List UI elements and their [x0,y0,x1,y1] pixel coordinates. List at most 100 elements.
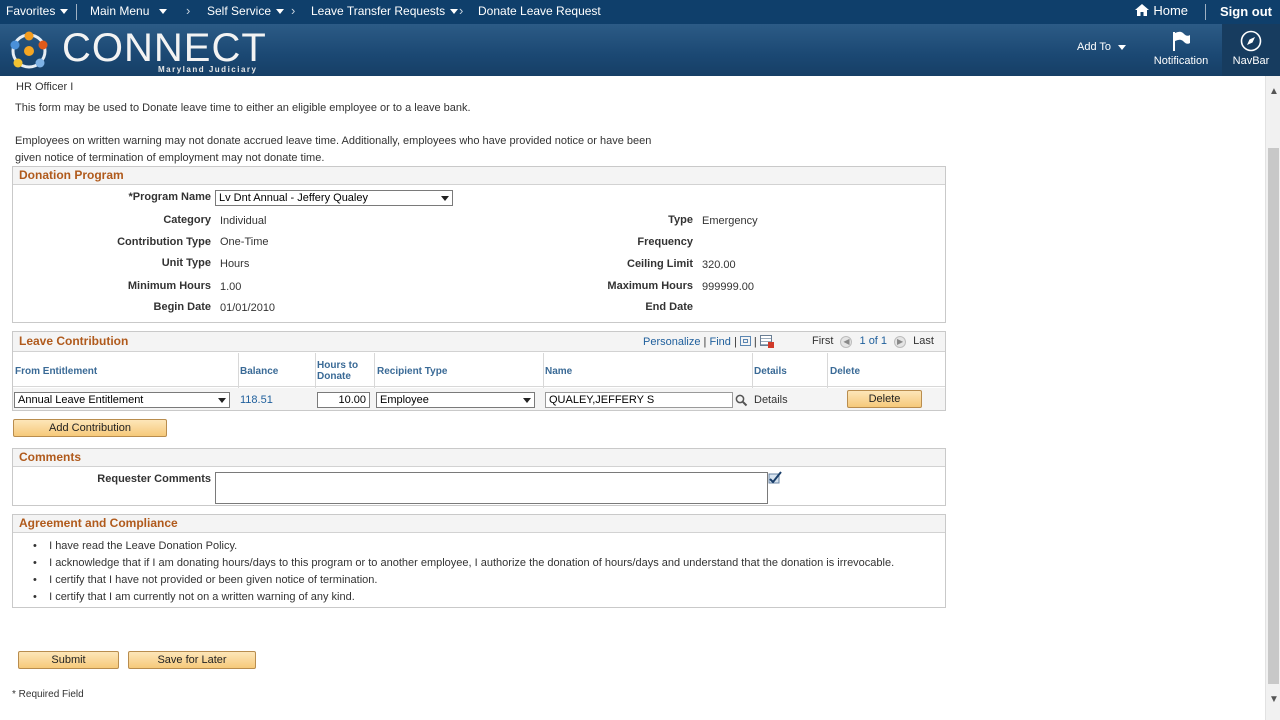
section-title: Donation Program [19,168,124,182]
minimum-hours-value: 1.00 [220,281,242,293]
personalize-link[interactable]: Personalize [643,336,700,348]
scrollbar-thumb[interactable] [1268,148,1279,684]
agreement-item-text: I have read the Leave Donation Policy. [49,540,238,552]
divider [1205,4,1206,20]
section-title: Agreement and Compliance [19,516,178,530]
home-link[interactable]: Home [1134,3,1188,18]
breadcrumb-separator-icon: › [459,3,464,18]
favorites-menu[interactable]: Favorites [6,4,69,18]
divider [76,4,77,20]
program-name-label: *Program Name [128,191,211,203]
type-label: Type [668,214,693,226]
chevron-down-icon [441,196,449,201]
scroll-down-icon[interactable]: ▼ [1269,694,1279,705]
balance-value: 118.51 [240,394,273,406]
spell-check-icon[interactable] [767,470,783,486]
list-item: • I certify that I have not provided or … [33,574,378,586]
col-hours-line1: Hours to [317,360,359,371]
vertical-scrollbar[interactable]: ▲ ▼ [1265,76,1280,720]
end-date-label: End Date [645,301,693,313]
add-to-label: Add To [1077,41,1112,53]
agreement-item-text: I certify that I am currently not on a w… [49,591,355,603]
col-name: Name [545,366,573,377]
table-row: Annual Leave Entitlement 118.51 10.00 Em… [13,388,945,410]
grid-pagination: First ◀ 1 of 1 ▶ Last [812,335,934,348]
agreement-item-text: I certify that I have not provided or be… [49,574,378,586]
recipient-name-value: QUALEY,JEFFERY S [549,394,655,406]
col-delete: Delete [830,366,861,377]
col-from-entitlement: From Entitlement [15,366,98,377]
minimum-hours-label: Minimum Hours [127,280,211,292]
section-title: Comments [19,450,82,464]
recipient-name-input[interactable]: QUALEY,JEFFERY S [545,392,733,408]
search-lookup-icon[interactable] [735,394,748,407]
main-menu[interactable]: Main Menu [90,4,168,18]
home-icon [1135,4,1149,16]
warning-text-line1: Employees on written warning may not don… [15,135,652,147]
favorites-label: Favorites [6,4,56,18]
next-arrow-icon[interactable]: ▶ [894,336,907,348]
breadcrumb-leave-transfer-requests[interactable]: Leave Transfer Requests [311,4,459,18]
category-label: Category [163,214,211,226]
current-page-label: Donate Leave Request [478,4,601,18]
ceiling-limit-value: 320.00 [702,259,736,271]
find-link[interactable]: Find [709,336,730,348]
view-all-icon[interactable] [739,336,751,346]
flag-icon [1173,31,1190,51]
grid-header-row: From Entitlement Balance Hours to Donate… [13,353,945,387]
hours-to-donate-value: 10.00 [338,394,366,406]
frequency-label: Frequency [637,236,693,248]
intro-text: This form may be used to Donate leave ti… [15,102,471,114]
from-entitlement-select[interactable]: Annual Leave Entitlement [14,392,230,408]
recipient-type-select[interactable]: Employee [376,392,535,408]
chevron-down-icon [60,9,69,15]
unit-type-value: Hours [220,258,250,270]
ceiling-limit-label: Ceiling Limit [627,258,693,270]
scroll-up-icon[interactable]: ▲ [1269,86,1279,97]
chevron-down-icon [523,398,531,403]
connect-logo: CONNECT Maryland Judiciary [4,26,266,75]
list-item: • I have read the Leave Donation Policy. [33,540,238,552]
role-title: HR Officer I [16,81,74,93]
program-name-value: Lv Dnt Annual - Jeffery Qualey [219,192,368,204]
maximum-hours-label: Maximum Hours [607,280,693,292]
category-value: Individual [220,215,267,227]
requester-comments-textarea[interactable] [215,472,768,504]
navbar-button[interactable]: NavBar [1222,24,1280,76]
list-item: • I certify that I am currently not on a… [33,591,355,603]
compass-icon [1240,30,1262,52]
delete-row-button[interactable]: Delete [847,390,922,408]
chevron-down-icon [450,9,459,15]
submit-button[interactable]: Submit [18,651,119,669]
col-recipient-type: Recipient Type [377,366,448,377]
hours-to-donate-input[interactable]: 10.00 [317,392,370,408]
leave-contribution-section: Leave Contribution Personalize | Find | … [12,331,946,411]
sign-out-link[interactable]: Sign out [1220,4,1272,19]
details-link[interactable]: Details [754,394,788,406]
previous-arrow-icon[interactable]: ◀ [840,336,853,348]
add-to-menu[interactable]: Add To [1077,41,1127,53]
chevron-down-icon [159,9,168,15]
download-grid-icon[interactable] [759,335,774,348]
home-label: Home [1153,3,1189,18]
chevron-down-icon [218,398,226,403]
header-banner: CONNECT Maryland Judiciary Add To Notifi… [0,24,1280,76]
col-details: Details [754,366,787,377]
logo-subtitle: Maryland Judiciary [158,65,258,74]
breadcrumb-separator-icon: › [291,3,296,18]
type-value: Emergency [702,215,758,227]
list-item: • I acknowledge that if I am donating ho… [33,557,895,569]
save-for-later-button[interactable]: Save for Later [128,651,256,669]
add-contribution-button[interactable]: Add Contribution [13,419,167,437]
notification-button[interactable]: Notification [1150,30,1212,67]
begin-date-value: 01/01/2010 [220,302,276,314]
maximum-hours-value: 999999.00 [702,281,754,293]
breadcrumb-separator-icon: › [186,3,191,18]
self-service-label: Self Service [207,4,272,18]
breadcrumb-self-service[interactable]: Self Service [207,4,285,18]
section-header: Comments [13,449,945,467]
top-navigation-bar: Favorites Main Menu › Self Service › Lea… [0,0,1280,24]
begin-date-label: Begin Date [153,301,211,313]
program-name-select[interactable]: Lv Dnt Annual - Jeffery Qualey [215,190,453,206]
leave-transfer-label: Leave Transfer Requests [311,4,446,18]
